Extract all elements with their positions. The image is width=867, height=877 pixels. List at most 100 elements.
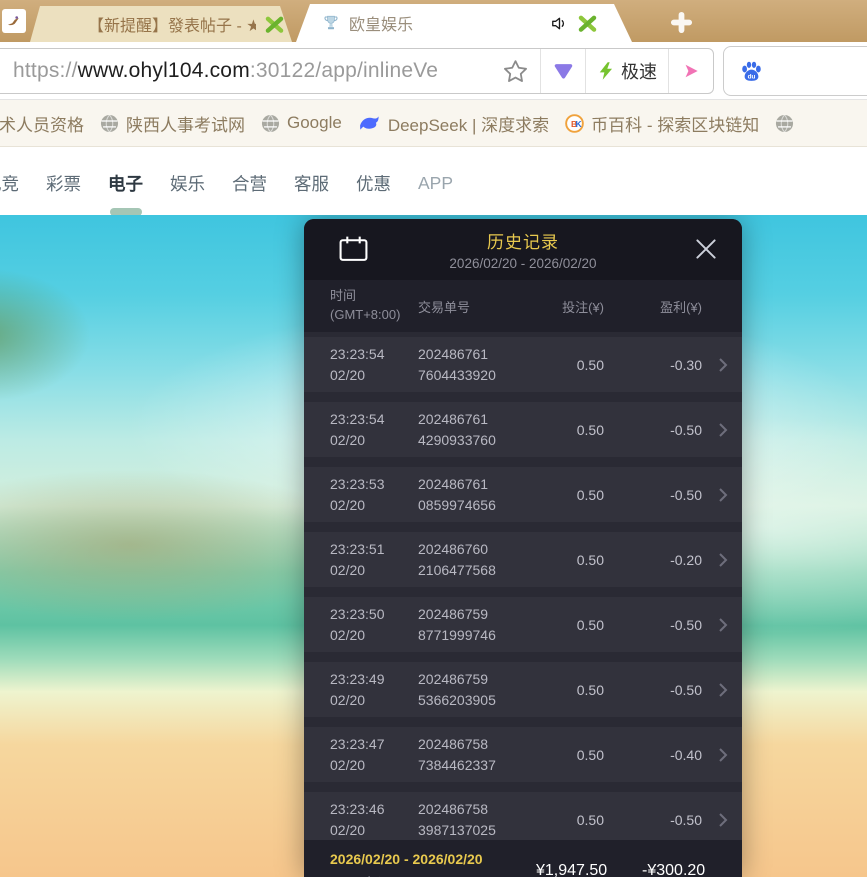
chevron-right-icon [702,422,732,438]
table-row[interactable]: 23:23:5402/2020248676176044339200.50-0.3… [304,337,742,392]
baidu-paw-icon: du [739,59,764,84]
green-extension-icon [264,14,285,35]
bookmark-item[interactable]: 技术人员资格 [0,111,84,136]
modal-title: 历史记录 [487,228,559,253]
cell-profit: -0.50 [604,487,702,503]
chevron-right-icon [702,487,732,503]
globe-icon [261,114,280,133]
url-path: :30122/app/inlineVe [250,59,438,82]
adblock-button[interactable] [540,49,585,93]
table-row[interactable]: 23:23:5102/2020248676021064775680.50-0.2… [304,532,742,587]
trophy-favicon-icon [322,14,340,32]
browser-tab-bar: 【新提醒】發表帖子 - ★☆實 欧皇娱乐 [0,0,867,42]
bookmark-item[interactable]: 陕西人事考试网 [100,111,245,136]
column-header-time: 时间(GMT+8:00) [330,287,418,325]
chevron-right-icon [702,812,732,828]
cell-bet: 0.50 [536,357,604,373]
green-extension-icon [577,13,598,34]
bookmark-label: 陕西人事考试网 [126,111,245,136]
chevron-right-icon [702,552,732,568]
bookmark-item[interactable]: BK币百科 - 探索区块链知 [565,111,759,136]
speed-mode-button[interactable]: 极速 [585,49,668,93]
media-sniffer-button[interactable] [668,49,713,93]
lightning-icon [597,60,616,82]
table-row[interactable]: 23:23:4702/2020248675873844623370.50-0.4… [304,727,742,782]
search-input[interactable]: du [723,46,867,96]
chevron-right-icon [702,747,732,763]
url-text[interactable]: https://www.ohyl104.com:30122/app/inline… [0,59,490,83]
purple-shield-icon [553,61,574,82]
nav-item-3[interactable]: 电子 [108,165,143,202]
bookmark-label: 技术人员资格 [0,111,84,136]
nav-item-5[interactable]: 合营 [232,165,267,202]
bookmarks-bar: 技术人员资格 陕西人事考试网 Google DeepSeek | 深度求索 BK币百科 … [0,100,867,147]
chevron-right-icon [702,357,732,373]
cell-time: 23:23:4602/20 [330,799,418,841]
globe-icon [775,114,794,133]
bk-icon: BK [565,114,584,133]
bookmark-label: DeepSeek | 深度求索 [388,111,549,136]
cell-time: 23:23:4702/20 [330,734,418,776]
address-bar-row: https://www.ohyl104.com:30122/app/inline… [0,42,867,100]
nav-item-8[interactable]: APP [418,167,453,200]
bookmark-item[interactable]: Google [261,113,342,133]
chevron-right-icon [702,617,732,633]
column-header-bet: 投注(¥) [536,297,604,316]
nav-item-4[interactable]: 娱乐 [170,165,205,202]
cell-bet: 0.50 [536,487,604,503]
footer-record-count: 1678 条记录 [330,872,536,877]
table-row[interactable]: 23:23:4902/2020248675953662039050.50-0.5… [304,662,742,717]
nav-item-6[interactable]: 客服 [294,165,329,202]
history-modal: 历史记录 2026/02/20 - 2026/02/20 时间(GMT+8:00… [304,219,742,877]
cell-profit: -0.20 [604,552,702,568]
modal-header: 历史记录 2026/02/20 - 2026/02/20 [304,219,742,280]
close-icon[interactable] [692,235,720,263]
cell-profit: -0.50 [604,617,702,633]
footer-total-bet: ¥1,947.50 [536,862,607,877]
cell-profit: -0.50 [604,422,702,438]
tab-active-casino[interactable]: 欧皇娱乐 [296,4,632,42]
globe-icon [100,114,119,133]
star-icon [502,58,529,85]
page-background-beach: 历史记录 2026/02/20 - 2026/02/20 时间(GMT+8:00… [0,215,867,877]
speed-mode-label: 极速 [621,58,657,84]
bookmark-star-button[interactable] [490,49,540,93]
audio-playing-icon[interactable] [550,14,569,33]
cell-time: 23:23:5102/20 [330,539,418,581]
table-row[interactable]: 23:23:5002/2020248675987719997460.50-0.5… [304,597,742,652]
bookmark-item[interactable] [775,114,794,133]
cell-bet: 0.50 [536,747,604,763]
table-row[interactable]: 23:23:4602/2020248675839871370250.50-0.5… [304,792,742,847]
tab-title: 欧皇娱乐 [349,11,413,35]
cell-time: 23:23:5402/20 [330,409,418,451]
table-row[interactable]: 23:23:5402/2020248676142909337600.50-0.5… [304,402,742,457]
footer-total-profit: -¥300.20 [607,862,705,877]
cell-order-number: 2024867587384462337 [418,734,536,776]
calendar-icon[interactable] [338,234,369,263]
cell-bet: 0.50 [536,552,604,568]
bookmarks-list: 技术人员资格 陕西人事考试网 Google DeepSeek | 深度求索 BK币百科 … [0,100,867,146]
cell-bet: 0.50 [536,812,604,828]
bookmark-label: Google [287,113,342,133]
cell-profit: -0.50 [604,682,702,698]
nav-item-2[interactable]: 彩票 [46,165,81,202]
footer-date-range: 2026/02/20 - 2026/02/20 [330,850,536,868]
table-header-row: 时间(GMT+8:00) 交易单号 投注(¥) 盈利(¥) [304,280,742,332]
url-field[interactable]: https://www.ohyl104.com:30122/app/inline… [0,48,714,94]
modal-footer: 2026/02/20 - 2026/02/20 1678 条记录 ¥1,947.… [304,840,742,877]
bookmark-item[interactable]: DeepSeek | 深度求索 [358,111,549,136]
cell-bet: 0.50 [536,617,604,633]
pinned-site-favicon[interactable] [2,9,26,33]
cell-order-number: 2024867617604433920 [418,344,536,386]
url-scheme: https:// [13,59,78,82]
nav-item-7[interactable]: 优惠 [356,165,391,202]
nav-items: 电竞彩票电子娱乐合营客服优惠 APP [0,147,867,215]
cell-order-number: 2024867595366203905 [418,669,536,711]
tab-forum[interactable]: 【新提醒】發表帖子 - ★☆實 [30,6,292,42]
cell-order-number: 2024867610859974656 [418,474,536,516]
table-row[interactable]: 23:23:5302/2020248676108599746560.50-0.5… [304,467,742,522]
new-tab-button[interactable] [668,9,694,35]
nav-item-1[interactable]: 电竞 [0,165,19,202]
cell-order-number: 2024867602106477568 [418,539,536,581]
svg-text:du: du [748,73,756,80]
